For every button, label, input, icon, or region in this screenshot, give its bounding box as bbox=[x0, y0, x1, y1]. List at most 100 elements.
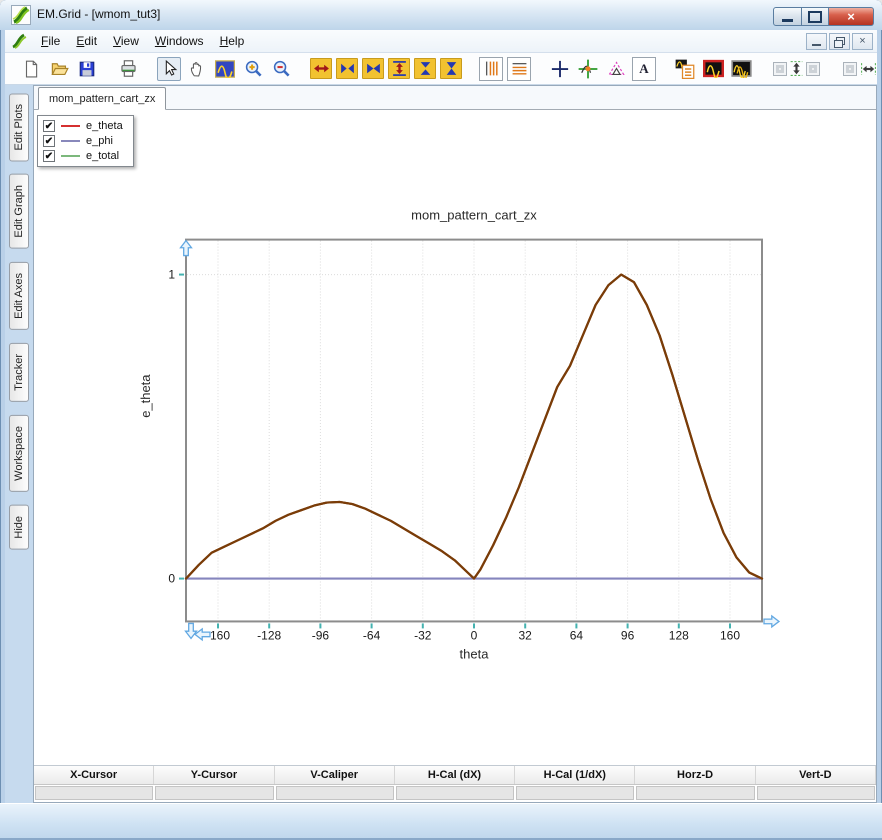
plot-overlay-button[interactable] bbox=[729, 57, 753, 81]
axis-pan-down-handle[interactable] bbox=[184, 622, 198, 640]
menu-edit[interactable]: Edit bbox=[68, 31, 105, 51]
spread-horizontal-button[interactable] bbox=[840, 57, 877, 81]
legend-label-e-phi: e_phi bbox=[86, 135, 113, 147]
sidebar-item-hide[interactable]: Hide bbox=[9, 504, 29, 550]
x-tick-label: 96 bbox=[621, 628, 635, 642]
document-panel: mom_pattern_cart_zx ✔ e_theta ✔ e_phi ✔ … bbox=[33, 85, 877, 803]
legend-toggle-button[interactable] bbox=[673, 57, 697, 81]
legend-icon bbox=[675, 59, 695, 79]
cursor-table-cell bbox=[35, 786, 154, 800]
spread-vertical-button[interactable] bbox=[770, 57, 823, 81]
cursor-table-header: H-Cal (1/dX) bbox=[515, 766, 636, 784]
x-tick-label: -32 bbox=[414, 628, 432, 642]
app-logo-icon bbox=[11, 5, 31, 25]
shrink-x-button[interactable] bbox=[336, 58, 358, 79]
x-tick-label: -128 bbox=[257, 628, 281, 642]
side-tab-strip: Edit Plots Edit Graph Edit Axes Tracker … bbox=[5, 85, 33, 803]
menu-help[interactable]: Help bbox=[212, 31, 253, 51]
checkbox-icon bbox=[806, 61, 820, 76]
shrink-y-button[interactable] bbox=[414, 58, 436, 79]
menu-file[interactable]: File bbox=[33, 31, 68, 51]
text-annotation-button[interactable]: A bbox=[632, 56, 656, 81]
sidebar-item-edit-plots[interactable]: Edit Plots bbox=[9, 93, 29, 162]
cursor-table-header-row: X-Cursor Y-Cursor V-Caliper H-Cal (dX) H… bbox=[34, 766, 876, 785]
mdi-close-button[interactable]: × bbox=[852, 32, 873, 50]
cursor-readout-table: X-Cursor Y-Cursor V-Caliper H-Cal (dX) H… bbox=[34, 765, 876, 802]
legend-row-e-phi: ✔ e_phi bbox=[43, 135, 123, 147]
checkbox-icon bbox=[773, 61, 787, 76]
sidebar-item-edit-axes[interactable]: Edit Axes bbox=[9, 262, 29, 330]
plot-window-button[interactable] bbox=[701, 57, 725, 81]
legend-checkbox-e-theta[interactable]: ✔ bbox=[43, 120, 55, 132]
sidebar-item-workspace[interactable]: Workspace bbox=[9, 414, 29, 492]
new-document-icon bbox=[25, 60, 38, 77]
sidebar-item-tracker[interactable]: Tracker bbox=[9, 342, 29, 402]
tab-bar: mom_pattern_cart_zx bbox=[34, 86, 876, 110]
legend-line-sample bbox=[61, 125, 80, 127]
zoom-to-fit-icon bbox=[215, 59, 235, 78]
tab-mom-pattern-cart-zx[interactable]: mom_pattern_cart_zx bbox=[38, 87, 167, 110]
crosshair-button[interactable] bbox=[548, 57, 572, 81]
save-button[interactable] bbox=[75, 57, 99, 81]
pan-tool-button[interactable] bbox=[185, 57, 209, 81]
maximize-icon bbox=[808, 10, 822, 23]
toolbar: A Layout bbox=[5, 53, 877, 85]
select-tool-button[interactable] bbox=[157, 56, 181, 81]
compress-y-button[interactable] bbox=[440, 58, 462, 79]
axis-pan-right-handle[interactable] bbox=[763, 614, 781, 629]
caliper-icon bbox=[607, 61, 625, 76]
zoom-out-button[interactable] bbox=[269, 57, 293, 81]
cursor-table-header: X-Cursor bbox=[34, 766, 155, 784]
mdi-restore-icon bbox=[834, 37, 845, 48]
expand-x-button[interactable] bbox=[310, 58, 332, 79]
zoom-to-fit-button[interactable] bbox=[213, 57, 237, 81]
plot-canvas[interactable]: -160 -128 -96 -64 -32 0 32 64 96 128 16001mom_patt… bbox=[34, 110, 876, 765]
title-bar[interactable]: EM.Grid - [wmom_tut3] × bbox=[0, 0, 882, 30]
caliper-button[interactable] bbox=[604, 57, 628, 81]
mdi-close-icon: × bbox=[859, 35, 866, 47]
legend-row-e-total: ✔ e_total bbox=[43, 150, 123, 162]
x-tick-label: 160 bbox=[720, 628, 740, 642]
cursor-table-header: Vert-D bbox=[756, 766, 876, 784]
close-button[interactable]: × bbox=[829, 7, 874, 26]
y-tick-label: 1 bbox=[168, 268, 175, 282]
menu-view[interactable]: View bbox=[105, 31, 147, 51]
menu-windows[interactable]: Windows bbox=[147, 31, 212, 51]
legend-label-e-theta: e_theta bbox=[86, 120, 123, 132]
vertical-grid-button[interactable] bbox=[479, 56, 503, 81]
new-button[interactable] bbox=[19, 57, 43, 81]
axis-pan-up-handle[interactable] bbox=[179, 239, 193, 257]
x-tick-label: -96 bbox=[312, 628, 330, 642]
mdi-restore-button[interactable] bbox=[829, 32, 850, 50]
cursor-table-header: V-Caliper bbox=[275, 766, 395, 784]
maximize-button[interactable] bbox=[802, 7, 829, 26]
horizontal-grid-icon bbox=[511, 61, 527, 76]
chart-title: mom_pattern_cart_zx bbox=[411, 208, 537, 223]
expand-y-icon bbox=[392, 61, 406, 76]
print-icon bbox=[120, 60, 136, 77]
compress-y-icon bbox=[446, 62, 456, 75]
legend-checkbox-e-phi[interactable]: ✔ bbox=[43, 135, 55, 147]
legend-checkbox-e-total[interactable]: ✔ bbox=[43, 150, 55, 162]
open-button[interactable] bbox=[47, 57, 71, 81]
print-button[interactable] bbox=[116, 57, 140, 81]
app-window: EM.Grid - [wmom_tut3] × File Edit View W… bbox=[0, 0, 882, 840]
mdi-minimize-icon bbox=[812, 43, 821, 46]
tracker-button[interactable] bbox=[576, 57, 600, 81]
cursor-table-cell bbox=[275, 786, 394, 800]
minimize-button[interactable] bbox=[773, 7, 802, 26]
cursor-table-header: Y-Cursor bbox=[154, 766, 275, 784]
cursor-table-cell bbox=[395, 786, 515, 800]
vertical-grid-icon bbox=[483, 61, 499, 76]
compress-x-button[interactable] bbox=[362, 58, 384, 79]
sidebar-item-edit-graph[interactable]: Edit Graph bbox=[9, 174, 29, 250]
horizontal-grid-button[interactable] bbox=[507, 56, 531, 81]
zoom-in-button[interactable] bbox=[241, 57, 265, 81]
expand-y-button[interactable] bbox=[388, 58, 410, 79]
window-bottom-frame bbox=[0, 803, 882, 840]
mdi-minimize-button[interactable] bbox=[806, 32, 827, 50]
x-tick-label: 0 bbox=[471, 628, 478, 642]
x-tick-label: 64 bbox=[570, 628, 584, 642]
text-annotation-icon: A bbox=[639, 61, 649, 76]
cursor-table-cell bbox=[756, 786, 875, 800]
